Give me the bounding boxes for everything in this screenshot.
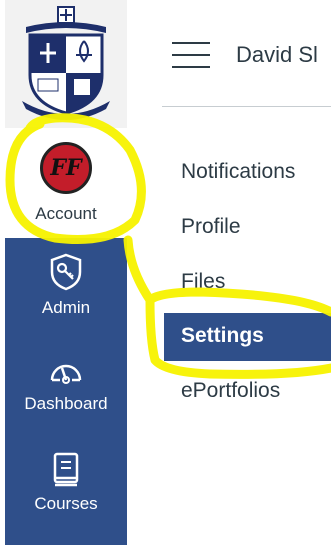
global-nav-dashboard[interactable]: Dashboard [5, 354, 127, 414]
global-nav-account[interactable]: FF Account [5, 128, 127, 238]
global-nav: FF Account Admin Dashboard Courses [5, 0, 127, 545]
school-crest-icon [22, 6, 110, 120]
header-divider [162, 106, 331, 107]
user-nav-profile[interactable]: Profile [181, 215, 241, 239]
account-label: Account [35, 204, 97, 223]
book-icon [53, 452, 79, 487]
dashboard-label: Dashboard [24, 394, 108, 413]
courses-label: Courses [34, 494, 98, 513]
user-nav-files[interactable]: Files [181, 270, 225, 294]
breadcrumb[interactable]: David Sl [236, 42, 318, 68]
hamburger-menu-icon[interactable] [172, 42, 210, 68]
speedometer-icon [50, 364, 82, 384]
user-nav-notifications[interactable]: Notifications [181, 160, 295, 184]
user-nav-eportfolios[interactable]: ePortfolios [181, 379, 280, 403]
global-nav-links: Admin Dashboard Courses [5, 238, 127, 545]
shield-key-icon [50, 253, 82, 291]
global-nav-admin[interactable]: Admin [5, 252, 127, 318]
school-logo[interactable] [5, 0, 127, 128]
avatar: FF [40, 142, 92, 194]
user-nav-settings[interactable]: Settings [181, 324, 264, 348]
admin-label: Admin [41, 298, 91, 317]
global-nav-courses[interactable]: Courses [5, 452, 127, 514]
